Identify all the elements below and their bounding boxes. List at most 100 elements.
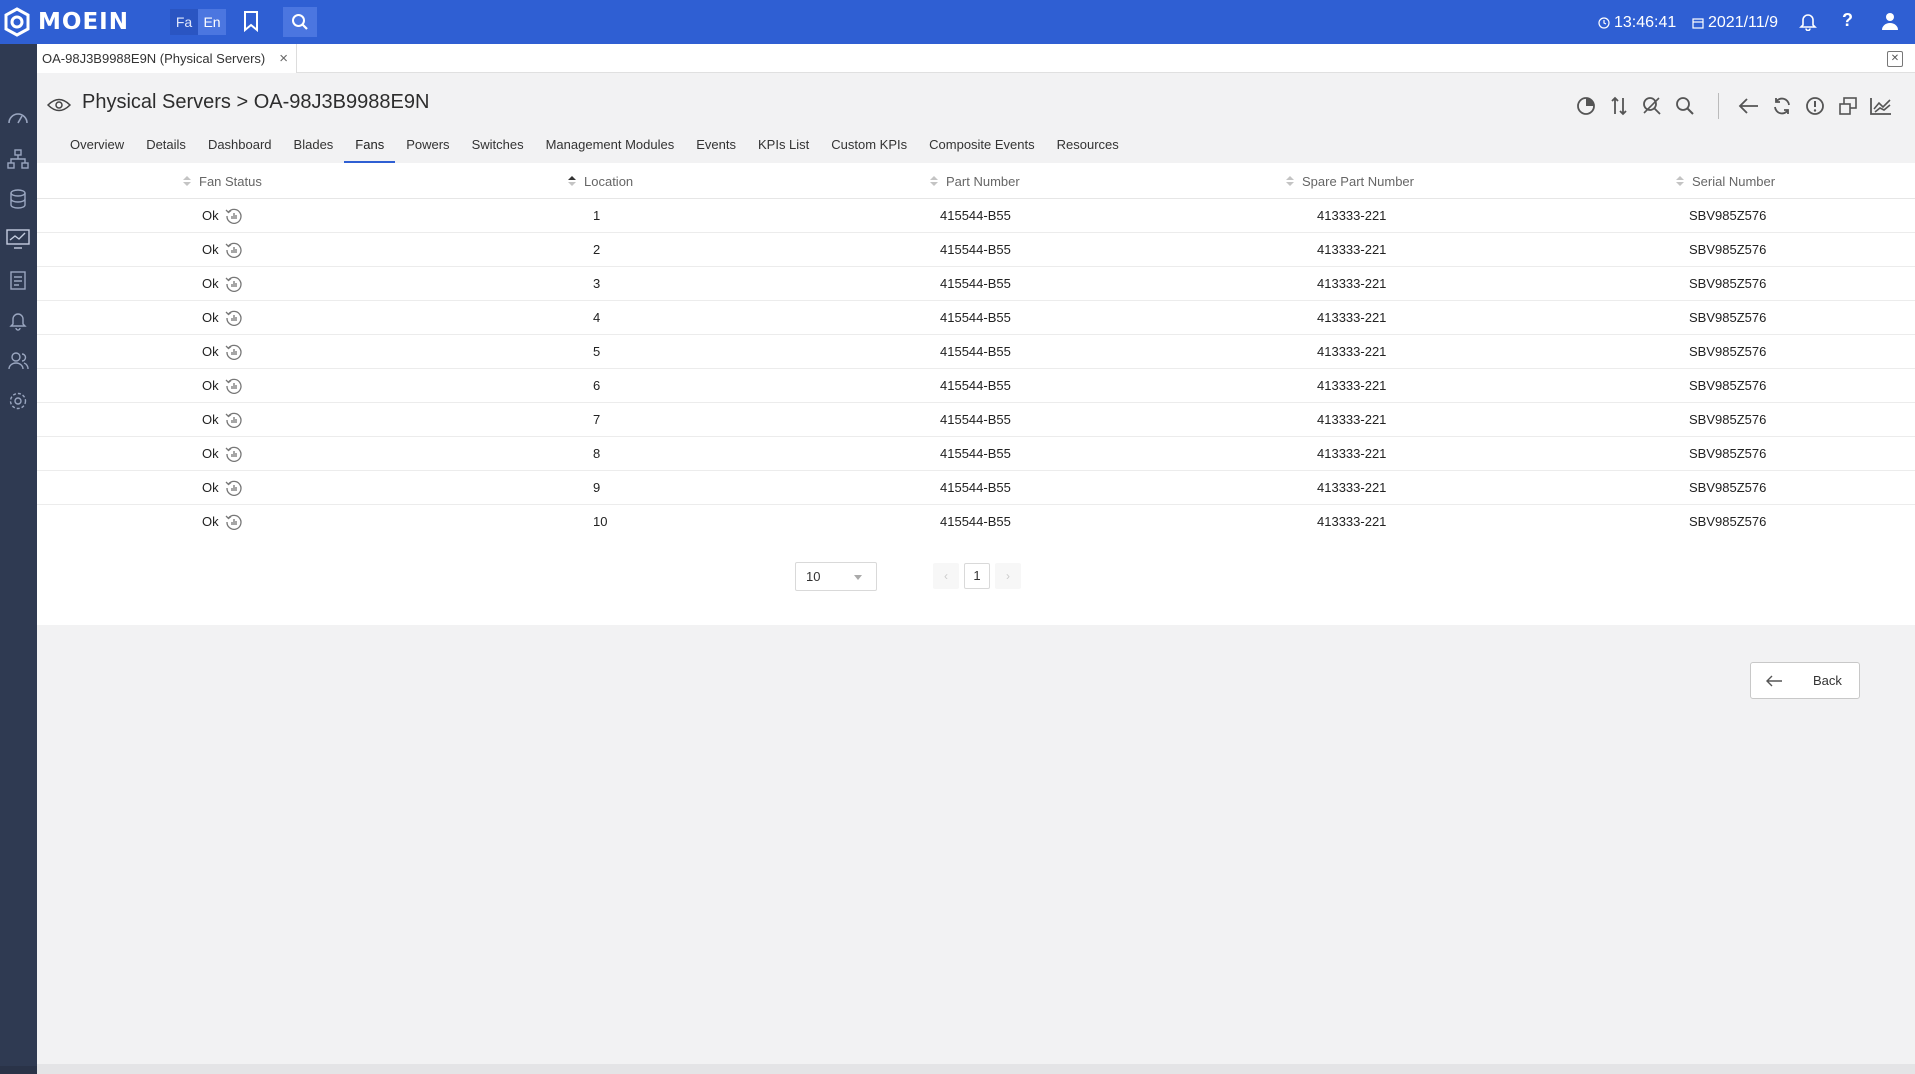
moein-logo-icon — [4, 7, 30, 37]
pie-chart-button[interactable] — [1574, 94, 1598, 118]
search-button[interactable] — [1673, 94, 1697, 118]
refresh-button[interactable] — [1770, 94, 1794, 118]
tab-blades[interactable]: Blades — [283, 135, 345, 163]
close-all-tabs-button[interactable]: ✕ — [1887, 51, 1903, 67]
table-row[interactable]: Ok 6 415544-B55 413333-221 SBV985Z576 — [37, 369, 1915, 403]
clear-filter-button[interactable] — [1640, 94, 1664, 118]
history-chart-icon[interactable] — [225, 411, 243, 429]
column-header-part-number[interactable]: Part Number — [930, 163, 1020, 199]
table-row[interactable]: Ok 10 415544-B55 413333-221 SBV985Z576 — [37, 505, 1915, 539]
tab-powers[interactable]: Powers — [395, 135, 460, 163]
history-chart-icon[interactable] — [225, 445, 243, 463]
history-chart-icon[interactable] — [225, 309, 243, 327]
watch-button[interactable] — [47, 97, 71, 113]
sidebar-item-monitoring[interactable] — [6, 227, 30, 251]
gauge-icon — [8, 113, 28, 124]
part-number-cell: 415544-B55 — [940, 446, 1011, 461]
part-number-cell: 415544-B55 — [940, 344, 1011, 359]
table-row[interactable]: Ok 5 415544-B55 413333-221 SBV985Z576 — [37, 335, 1915, 369]
bottom-strip — [37, 1064, 1915, 1074]
history-chart-icon[interactable] — [225, 241, 243, 259]
spare-part-number-cell: 413333-221 — [1317, 276, 1387, 291]
monitor-chart-icon — [6, 229, 30, 249]
table-row[interactable]: Ok 1 415544-B55 413333-221 SBV985Z576 — [37, 199, 1915, 233]
sidebar-item-users[interactable] — [6, 349, 30, 373]
expand-button[interactable] — [1836, 94, 1860, 118]
next-page-button[interactable]: › — [995, 563, 1021, 589]
prev-page-button[interactable]: ‹ — [933, 563, 959, 589]
sidebar-item-settings[interactable] — [6, 389, 30, 413]
hierarchy-icon — [7, 149, 29, 169]
spare-part-number-cell: 413333-221 — [1317, 514, 1387, 529]
table-row[interactable]: Ok 7 415544-B55 413333-221 SBV985Z576 — [37, 403, 1915, 437]
fan-status-value: Ok — [202, 480, 219, 495]
tab-kpis-list[interactable]: KPIs List — [747, 135, 820, 163]
column-header-spare-part-number[interactable]: Spare Part Number — [1286, 163, 1414, 199]
tab-resources[interactable]: Resources — [1046, 135, 1130, 163]
fans-table-panel: Fan Status Location Part Number Spare Pa… — [37, 163, 1915, 625]
tab-events[interactable]: Events — [685, 135, 747, 163]
table-row[interactable]: Ok 3 415544-B55 413333-221 SBV985Z576 — [37, 267, 1915, 301]
sidebar-item-reports[interactable] — [6, 268, 30, 292]
tab-dashboard[interactable]: Dashboard — [197, 135, 283, 163]
fan-status-cell: Ok — [202, 505, 243, 539]
lang-en-button[interactable]: En — [198, 9, 226, 35]
table-row[interactable]: Ok 8 415544-B55 413333-221 SBV985Z576 — [37, 437, 1915, 471]
table-row[interactable]: Ok 4 415544-B55 413333-221 SBV985Z576 — [37, 301, 1915, 335]
chevron-down-icon — [854, 575, 862, 580]
windows-icon — [1839, 97, 1857, 115]
sort-button[interactable] — [1607, 94, 1631, 118]
bell-icon — [1799, 14, 1817, 31]
serial-number-cell: SBV985Z576 — [1689, 412, 1767, 427]
fan-status-value: Ok — [202, 344, 219, 359]
history-chart-icon[interactable] — [225, 343, 243, 361]
sidebar-item-alarms[interactable] — [6, 308, 30, 332]
sort-icon — [930, 176, 938, 186]
help-button[interactable]: ? — [1842, 10, 1853, 31]
history-chart-icon[interactable] — [225, 377, 243, 395]
top-bar: MOEIN Fa En 13:46:41 2021/11/9 ? — [0, 0, 1915, 44]
column-header-fan-status[interactable]: Fan Status — [183, 163, 262, 199]
column-header-serial-number[interactable]: Serial Number — [1676, 163, 1775, 199]
page-tab-current[interactable]: OA-98J3B9988E9N (Physical Servers) × — [37, 44, 298, 73]
back-arrow-button[interactable] — [1737, 94, 1761, 118]
serial-number-cell: SBV985Z576 — [1689, 208, 1767, 223]
tab-switches[interactable]: Switches — [461, 135, 535, 163]
history-chart-icon[interactable] — [225, 207, 243, 225]
page-tab-close-button[interactable]: × — [279, 50, 288, 67]
history-chart-icon[interactable] — [225, 275, 243, 293]
back-button[interactable]: Back — [1750, 662, 1860, 699]
tab-custom-kpis[interactable]: Custom KPIs — [820, 135, 918, 163]
current-date: 2021/11/9 — [1708, 14, 1778, 31]
toolbar-divider — [1718, 93, 1719, 119]
notifications-button[interactable] — [1798, 11, 1818, 31]
spare-part-number-cell: 413333-221 — [1317, 378, 1387, 393]
tab-overview[interactable]: Overview — [59, 135, 135, 163]
global-search-button[interactable] — [283, 7, 317, 37]
trend-button[interactable] — [1869, 94, 1893, 118]
alert-info-button[interactable] — [1803, 94, 1827, 118]
arrow-left-icon — [1738, 98, 1758, 114]
user-menu-button[interactable] — [1880, 11, 1900, 31]
bookmark-button[interactable] — [242, 10, 260, 32]
page-size-select[interactable]: 10 — [795, 562, 877, 591]
logo[interactable]: MOEIN — [2, 7, 129, 37]
column-header-location[interactable]: Location — [568, 163, 633, 199]
table-row[interactable]: Ok 9 415544-B55 413333-221 SBV985Z576 — [37, 471, 1915, 505]
tab-fans[interactable]: Fans — [344, 135, 396, 163]
sidebar-item-dashboard[interactable] — [6, 106, 30, 130]
sidebar-item-database[interactable] — [6, 187, 30, 211]
table-row[interactable]: Ok 2 415544-B55 413333-221 SBV985Z576 — [37, 233, 1915, 267]
tab-management-modules[interactable]: Management Modules — [535, 135, 686, 163]
tab-composite-events[interactable]: Composite Events — [918, 135, 1046, 163]
page-number-current[interactable]: 1 — [964, 563, 990, 589]
history-chart-icon[interactable] — [225, 479, 243, 497]
sidebar-item-topology[interactable] — [6, 147, 30, 171]
page-size-value: 10 — [806, 569, 821, 584]
brand-name: MOEIN — [38, 9, 129, 35]
sort-arrows-icon — [1611, 96, 1627, 116]
lang-fa-button[interactable]: Fa — [170, 9, 198, 35]
history-chart-icon[interactable] — [225, 513, 243, 531]
tab-details[interactable]: Details — [135, 135, 197, 163]
spare-part-number-cell: 413333-221 — [1317, 242, 1387, 257]
